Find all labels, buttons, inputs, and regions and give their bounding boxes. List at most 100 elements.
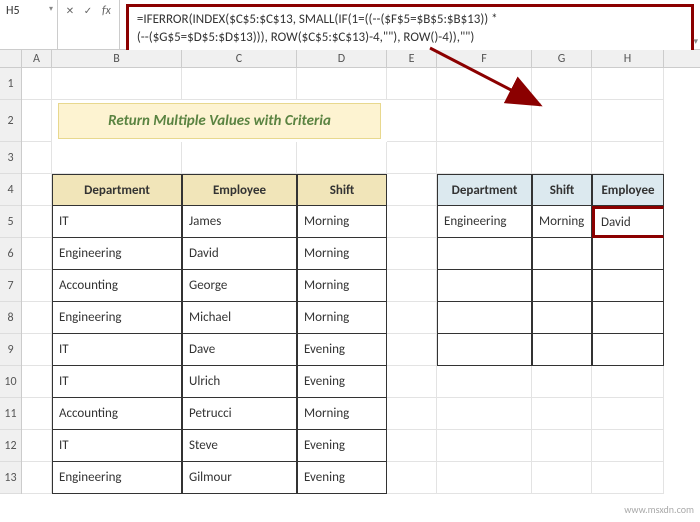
table-cell[interactable] <box>437 334 532 366</box>
cell[interactable] <box>532 142 592 174</box>
row-header-13[interactable]: 13 <box>0 462 21 494</box>
result-cell-h5[interactable]: David <box>592 206 664 238</box>
col-header-f[interactable]: F <box>437 50 532 67</box>
table-cell[interactable]: Michael <box>182 302 297 334</box>
table-cell[interactable]: James <box>182 206 297 238</box>
title-cell[interactable]: Return Multiple Values with Criteria <box>52 100 387 142</box>
cell[interactable] <box>22 430 52 462</box>
row-header-7[interactable]: 7 <box>0 270 21 302</box>
fx-icon[interactable]: fx <box>98 2 115 20</box>
cell[interactable] <box>592 462 664 494</box>
row-header-6[interactable]: 6 <box>0 238 21 270</box>
cell[interactable] <box>437 68 532 100</box>
cell[interactable] <box>297 142 387 174</box>
cell[interactable] <box>387 334 437 366</box>
table-cell[interactable]: IT <box>52 366 182 398</box>
table-cell[interactable] <box>437 302 532 334</box>
col-header-b[interactable]: B <box>52 50 182 67</box>
table-cell[interactable]: George <box>182 270 297 302</box>
cell[interactable] <box>387 238 437 270</box>
cell[interactable] <box>297 68 387 100</box>
table-cell[interactable] <box>592 302 664 334</box>
table-cell[interactable]: Morning <box>297 206 387 238</box>
cell[interactable] <box>387 142 437 174</box>
table-cell[interactable] <box>532 302 592 334</box>
cell[interactable] <box>387 174 437 206</box>
cell[interactable] <box>22 334 52 366</box>
cell[interactable] <box>22 174 52 206</box>
select-all-corner[interactable] <box>0 50 22 68</box>
row-header-4[interactable]: 4 <box>0 174 21 206</box>
col-header-a[interactable]: A <box>22 50 52 67</box>
cell[interactable] <box>52 68 182 100</box>
cell[interactable] <box>592 142 664 174</box>
table-cell[interactable] <box>592 334 664 366</box>
cell[interactable] <box>437 142 532 174</box>
cell[interactable] <box>532 398 592 430</box>
cell[interactable] <box>387 270 437 302</box>
cell[interactable] <box>52 142 182 174</box>
table-cell[interactable]: Morning <box>532 206 592 238</box>
table1-header[interactable]: Employee <box>182 174 297 206</box>
cell[interactable] <box>387 100 437 142</box>
table-cell[interactable]: Gilmour <box>182 462 297 494</box>
table-cell[interactable]: Evening <box>297 334 387 366</box>
row-header-10[interactable]: 10 <box>0 366 21 398</box>
table-cell[interactable]: Morning <box>297 238 387 270</box>
table2-header[interactable]: Employee <box>592 174 664 206</box>
row-header-1[interactable]: 1 <box>0 68 21 100</box>
cell[interactable] <box>532 462 592 494</box>
table-cell[interactable]: Engineering <box>437 206 532 238</box>
cell[interactable] <box>437 462 532 494</box>
cell[interactable] <box>592 366 664 398</box>
table-cell[interactable]: Accounting <box>52 270 182 302</box>
cell[interactable] <box>387 430 437 462</box>
table-cell[interactable]: IT <box>52 430 182 462</box>
cell[interactable] <box>182 68 297 100</box>
table-cell[interactable]: Evening <box>297 430 387 462</box>
formula-expand-icon[interactable]: ▾ <box>693 36 698 47</box>
row-header-2[interactable]: 2 <box>0 100 21 142</box>
cell[interactable] <box>532 100 592 142</box>
cell[interactable] <box>22 238 52 270</box>
cell[interactable] <box>22 100 52 142</box>
cell[interactable] <box>437 430 532 462</box>
table-cell[interactable] <box>437 238 532 270</box>
row-header-9[interactable]: 9 <box>0 334 21 366</box>
cell[interactable] <box>592 430 664 462</box>
table-cell[interactable]: IT <box>52 206 182 238</box>
cell[interactable] <box>532 68 592 100</box>
table-cell[interactable] <box>532 270 592 302</box>
table-cell[interactable]: Evening <box>297 462 387 494</box>
table-cell[interactable]: Morning <box>297 302 387 334</box>
cell[interactable] <box>22 366 52 398</box>
cell[interactable] <box>592 68 664 100</box>
col-header-c[interactable]: C <box>182 50 297 67</box>
cell[interactable] <box>532 430 592 462</box>
name-box-dropdown-icon[interactable]: ▾ <box>49 4 53 14</box>
cell[interactable] <box>387 462 437 494</box>
cell[interactable] <box>22 270 52 302</box>
cancel-formula-icon[interactable]: ✕ <box>62 2 78 18</box>
cell[interactable] <box>592 100 664 142</box>
col-header-h[interactable]: H <box>592 50 664 67</box>
accept-formula-icon[interactable]: ✓ <box>80 2 96 18</box>
table-cell[interactable]: Ulrich <box>182 366 297 398</box>
table-cell[interactable] <box>592 238 664 270</box>
table-cell[interactable]: Dave <box>182 334 297 366</box>
row-header-12[interactable]: 12 <box>0 430 21 462</box>
cell[interactable] <box>437 398 532 430</box>
table-cell[interactable]: IT <box>52 334 182 366</box>
row-header-3[interactable]: 3 <box>0 142 21 174</box>
table-cell[interactable] <box>437 270 532 302</box>
cell[interactable] <box>182 142 297 174</box>
cell[interactable] <box>532 366 592 398</box>
cell[interactable] <box>22 142 52 174</box>
cell[interactable] <box>22 206 52 238</box>
table-cell[interactable]: Morning <box>297 398 387 430</box>
formula-input[interactable]: =IFERROR(INDEX($C$5:$C$13, SMALL(IF(1=((… <box>126 4 694 54</box>
cell[interactable] <box>22 302 52 334</box>
table-cell[interactable]: Engineering <box>52 302 182 334</box>
cell[interactable] <box>437 100 532 142</box>
table2-header[interactable]: Shift <box>532 174 592 206</box>
